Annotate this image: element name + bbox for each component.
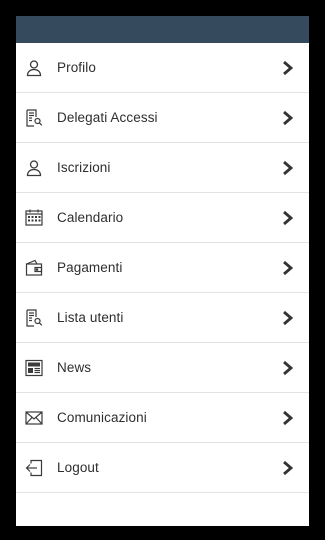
logout-icon — [25, 459, 43, 477]
chevron-right-icon — [282, 360, 294, 376]
chevron-right-icon — [282, 210, 294, 226]
chevron-right-icon — [282, 310, 294, 326]
menu-item-label: Profilo — [57, 60, 96, 75]
menu-item-calendario[interactable]: Calendario — [16, 193, 309, 243]
menu-item-news[interactable]: News — [16, 343, 309, 393]
user-icon — [25, 159, 43, 177]
chevron-right-icon — [282, 410, 294, 426]
menu-item-profilo[interactable]: Profilo — [16, 43, 309, 93]
menu-item-label: Delegati Accessi — [57, 110, 158, 125]
chevron-right-icon — [282, 110, 294, 126]
menu-item-comunicazioni[interactable]: Comunicazioni — [16, 393, 309, 443]
user-icon — [25, 59, 43, 77]
top-app-bar — [16, 16, 309, 43]
menu-item-label: Comunicazioni — [57, 410, 147, 425]
chevron-right-icon — [282, 460, 294, 476]
chevron-right-icon — [282, 160, 294, 176]
menu-item-label: Logout — [57, 460, 99, 475]
menu-item-pagamenti[interactable]: Pagamenti — [16, 243, 309, 293]
menu-item-label: Iscrizioni — [57, 160, 111, 175]
menu-item-label: Lista utenti — [57, 310, 124, 325]
document-search-icon — [25, 308, 43, 327]
menu-item-label: Pagamenti — [57, 260, 123, 275]
navigation-menu: Profilo Delegati Accessi Iscrizioni Cale… — [16, 43, 309, 493]
menu-item-iscrizioni[interactable]: Iscrizioni — [16, 143, 309, 193]
document-search-icon — [25, 108, 43, 127]
chevron-right-icon — [282, 260, 294, 276]
envelope-icon — [25, 409, 43, 427]
menu-item-label: News — [57, 360, 92, 375]
menu-item-logout[interactable]: Logout — [16, 443, 309, 493]
newspaper-icon — [25, 359, 43, 377]
menu-item-lista-utenti[interactable]: Lista utenti — [16, 293, 309, 343]
chevron-right-icon — [282, 60, 294, 76]
menu-item-delegati-accessi[interactable]: Delegati Accessi — [16, 93, 309, 143]
menu-item-label: Calendario — [57, 210, 124, 225]
wallet-icon — [25, 259, 43, 277]
calendar-icon — [25, 209, 43, 227]
menu-screen: Profilo Delegati Accessi Iscrizioni Cale… — [16, 16, 309, 526]
